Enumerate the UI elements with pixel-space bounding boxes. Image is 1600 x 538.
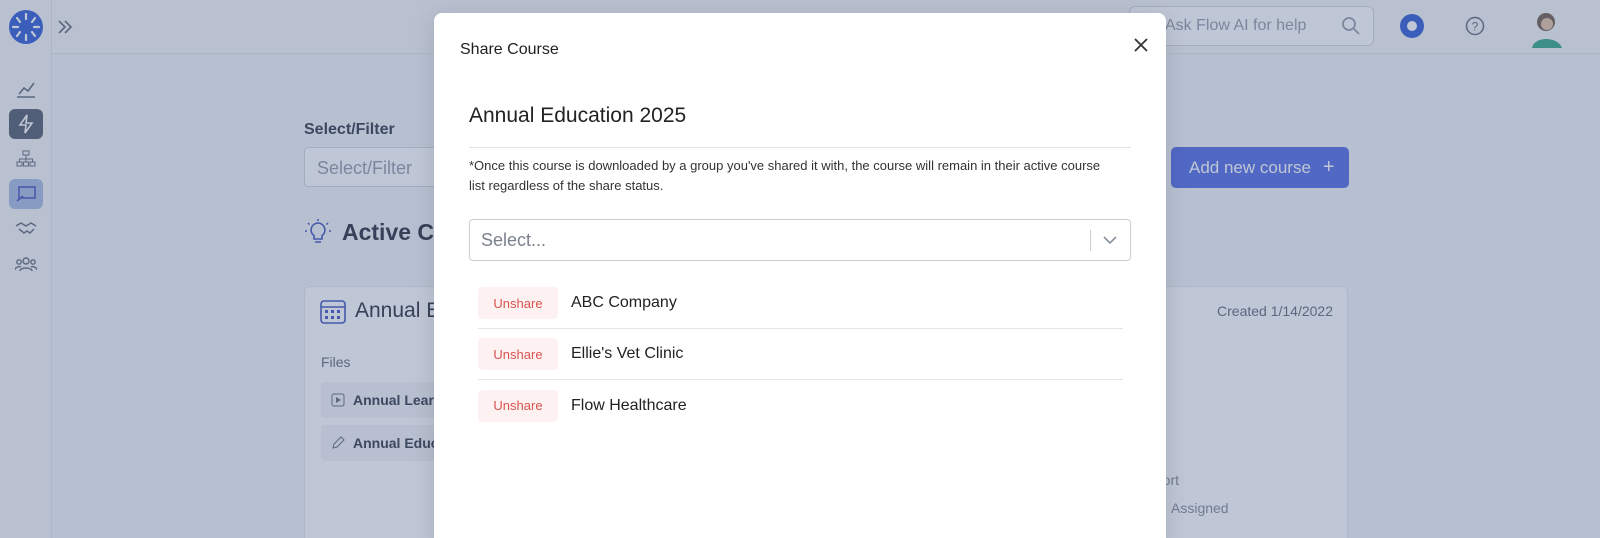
group-select[interactable]: Select... [469,219,1131,261]
divider [469,147,1131,148]
share-course-modal: Share Course Annual Education 2025 *Once… [434,13,1166,538]
close-icon[interactable] [1131,35,1151,55]
select-separator [1090,230,1091,251]
unshare-button[interactable]: Unshare [478,338,558,370]
unshare-button[interactable]: Unshare [478,389,558,422]
shared-group-row: Unshare Ellie's Vet Clinic [478,329,1123,380]
shared-group-row: Unshare Flow Healthcare [478,380,1123,431]
group-name: Flow Healthcare [571,396,687,414]
course-name: Annual Education 2025 [469,104,687,127]
unshare-button[interactable]: Unshare [478,287,558,319]
group-name: Ellie's Vet Clinic [571,345,684,362]
share-note: *Once this course is downloaded by a gro… [469,158,1101,193]
chevron-down-icon[interactable] [1102,233,1118,247]
group-select-placeholder: Select... [481,230,547,250]
modal-title: Share Course [460,41,559,58]
shared-group-row: Unshare ABC Company [478,278,1123,329]
group-name: ABC Company [571,294,677,311]
